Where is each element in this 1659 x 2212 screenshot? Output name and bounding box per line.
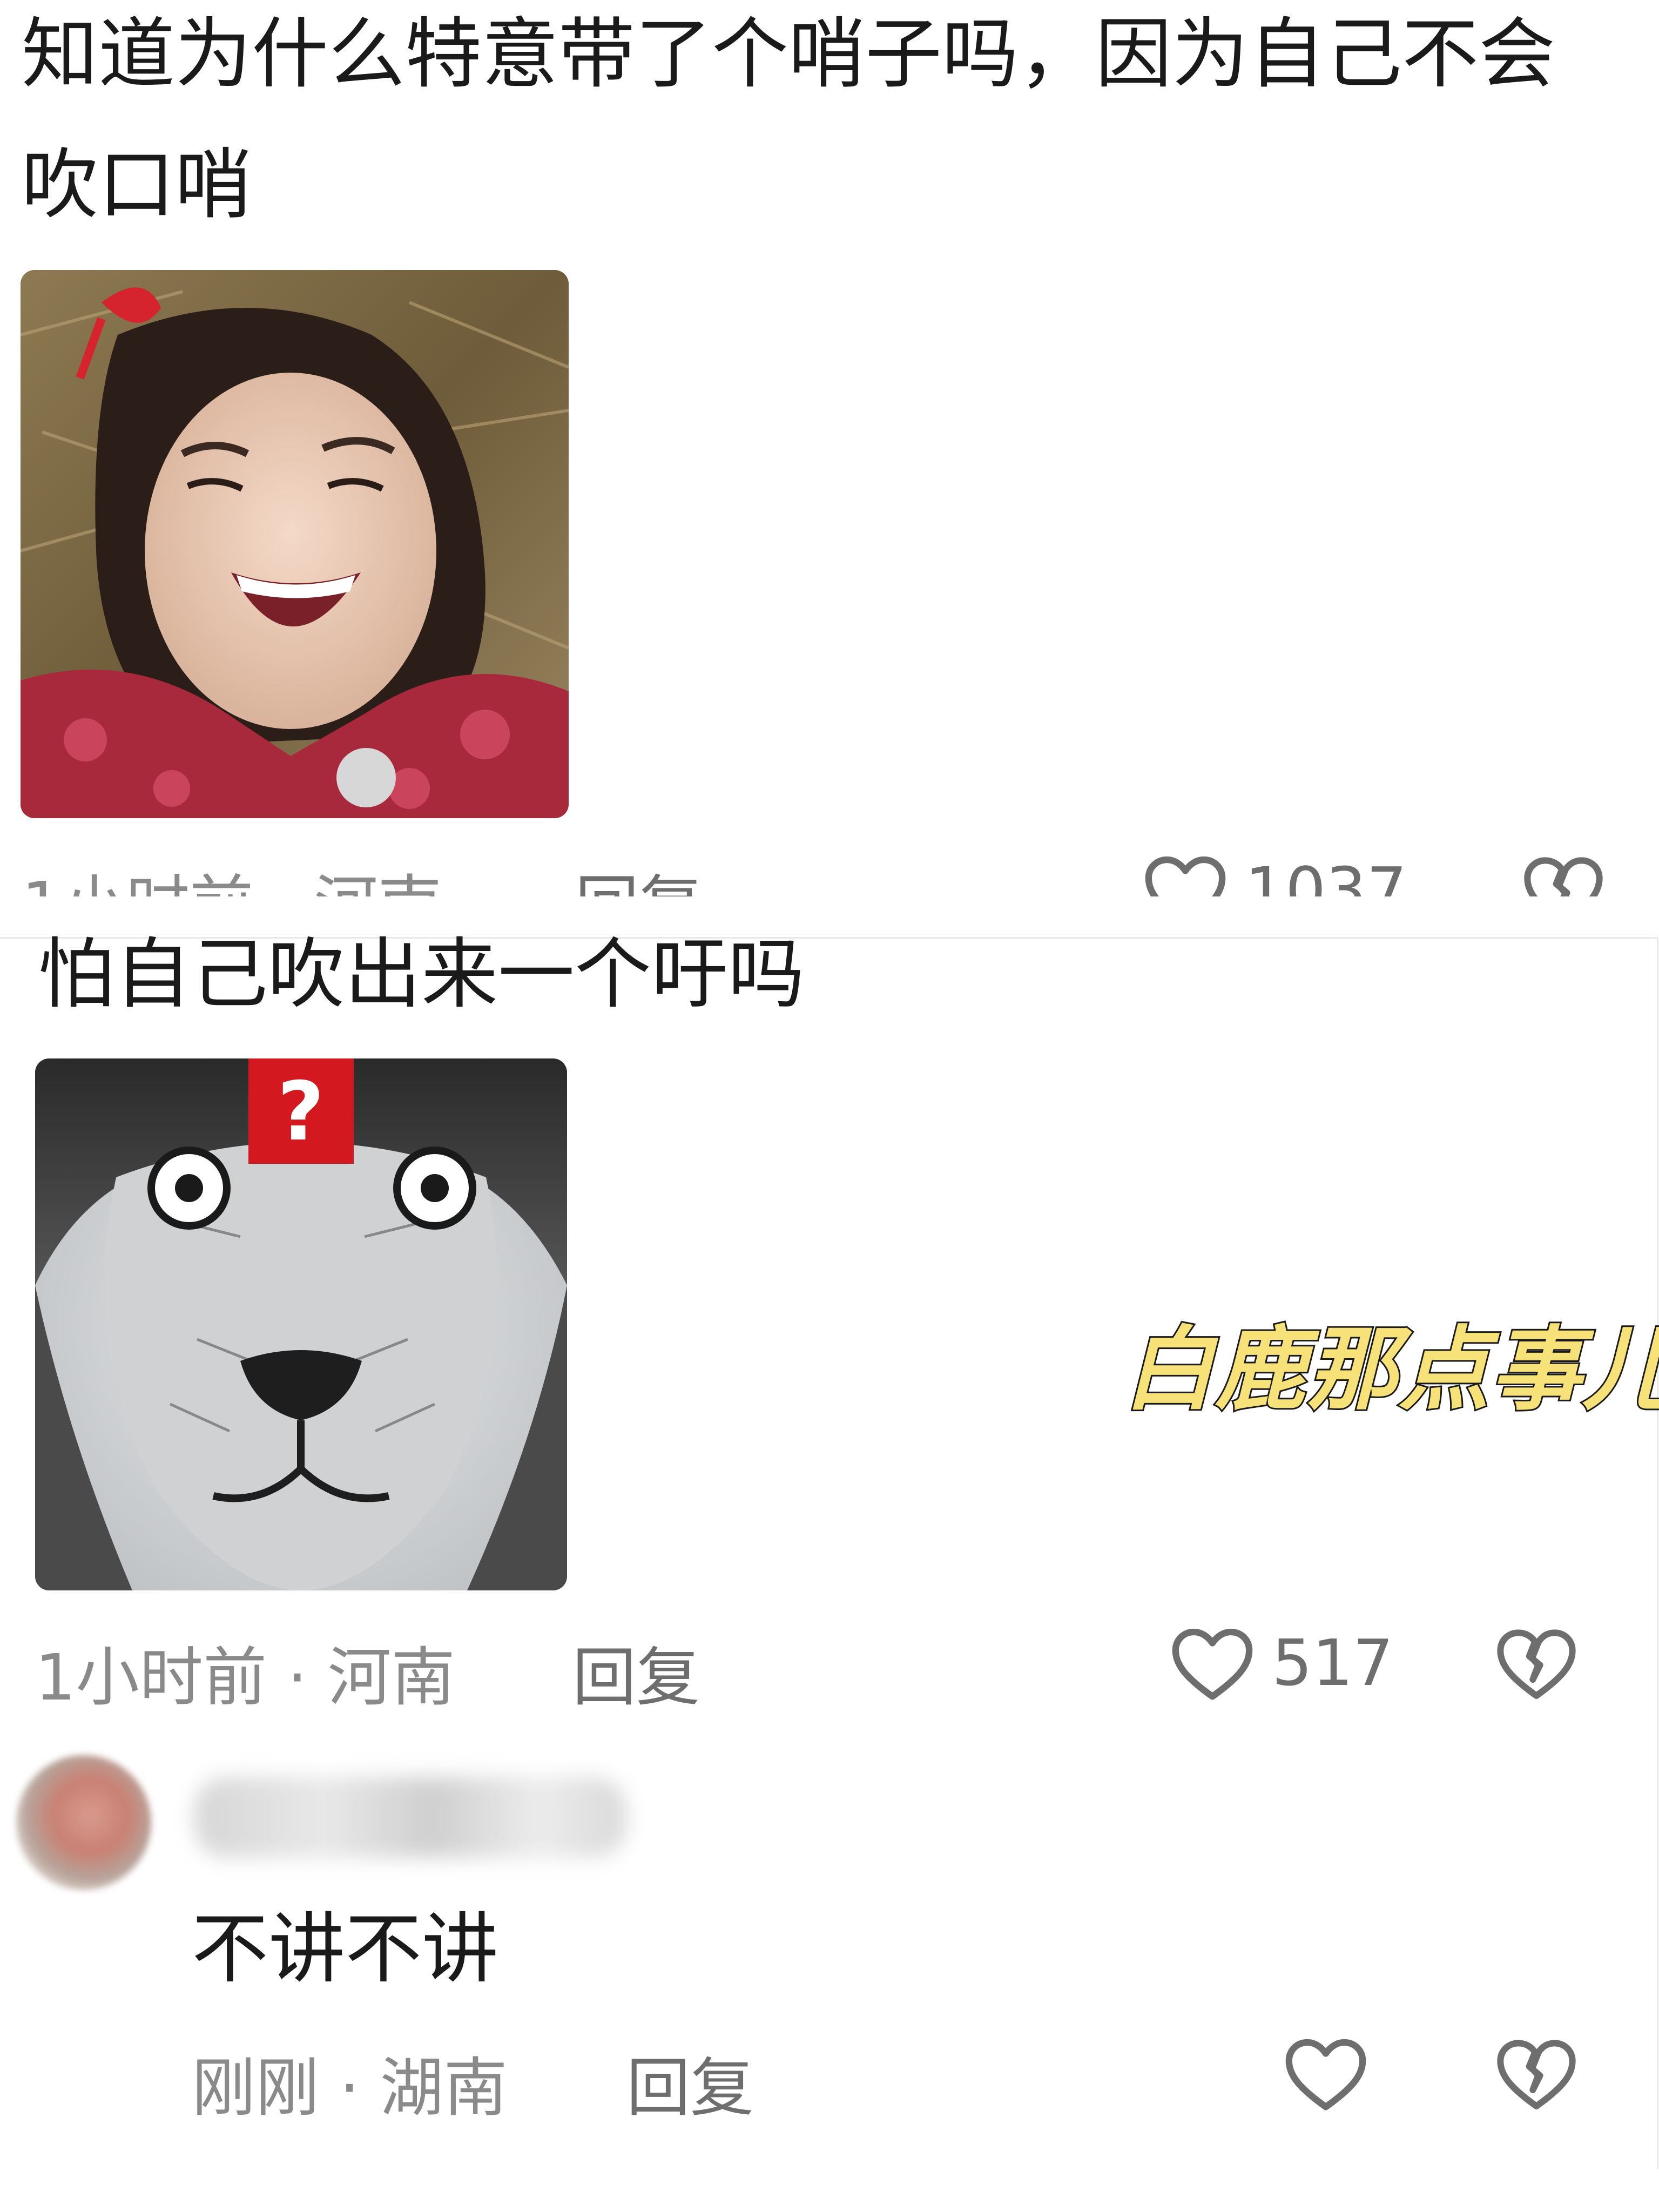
username-blurred	[194, 1777, 626, 1858]
heart-outline-icon[interactable]	[1139, 851, 1231, 896]
reply-button[interactable]: 回复	[626, 2036, 754, 2128]
reply-button[interactable]: 回复	[575, 853, 703, 896]
comment-card-1: 知道为什么特意带了个哨子吗，因为自己不会吹口哨 1037	[0, 0, 1659, 896]
comment-location: 河南	[327, 1640, 455, 1715]
laughing-girl-sticker-image	[21, 270, 569, 818]
comment-text: 怕自己吹出来一个吁吗	[38, 930, 805, 1019]
watermark-text: 白鹿那点事儿	[1122, 1315, 1659, 1424]
comment-location: 湖南	[380, 2051, 508, 2125]
comment-time: 1小时前	[22, 868, 253, 896]
like-count: 517	[1272, 1626, 1394, 1700]
comment-text: 知道为什么特意带了个哨子吗，因为自己不会吹口哨	[22, 10, 1555, 230]
meta-separator: ·	[319, 2051, 380, 2125]
reply-button[interactable]: 回复	[572, 1626, 700, 1718]
comment-location: 河南	[314, 868, 442, 896]
shocked-lion-sticker-image: ?	[35, 1058, 567, 1590]
broken-heart-icon[interactable]	[1520, 851, 1607, 896]
heart-outline-icon[interactable]	[1280, 2033, 1372, 2114]
like-count: 1037	[1245, 853, 1407, 896]
shocked-lion-sticker[interactable]: ?	[35, 1058, 567, 1590]
meta-separator: ·	[267, 1640, 328, 1715]
comment-meta: 1小时前 · 河南	[22, 853, 442, 896]
broken-heart-icon[interactable]	[1493, 2033, 1580, 2114]
sticker-question-mark: ?	[277, 1065, 324, 1159]
comment-text: 不讲不讲	[192, 1905, 498, 1994]
heart-outline-icon[interactable]	[1166, 1623, 1258, 1704]
avatar[interactable]	[16, 1755, 151, 1890]
laughing-girl-sticker[interactable]	[21, 270, 569, 818]
broken-heart-icon[interactable]	[1493, 1623, 1580, 1704]
comment-meta: 1小时前 · 河南	[35, 1626, 455, 1718]
meta-separator: ·	[253, 868, 314, 896]
bottom-strip	[0, 2169, 1659, 2212]
comment-time: 刚刚	[192, 2051, 320, 2125]
comment-meta: 刚刚 · 湖南	[192, 2036, 508, 2128]
comment-time: 1小时前	[35, 1640, 267, 1715]
